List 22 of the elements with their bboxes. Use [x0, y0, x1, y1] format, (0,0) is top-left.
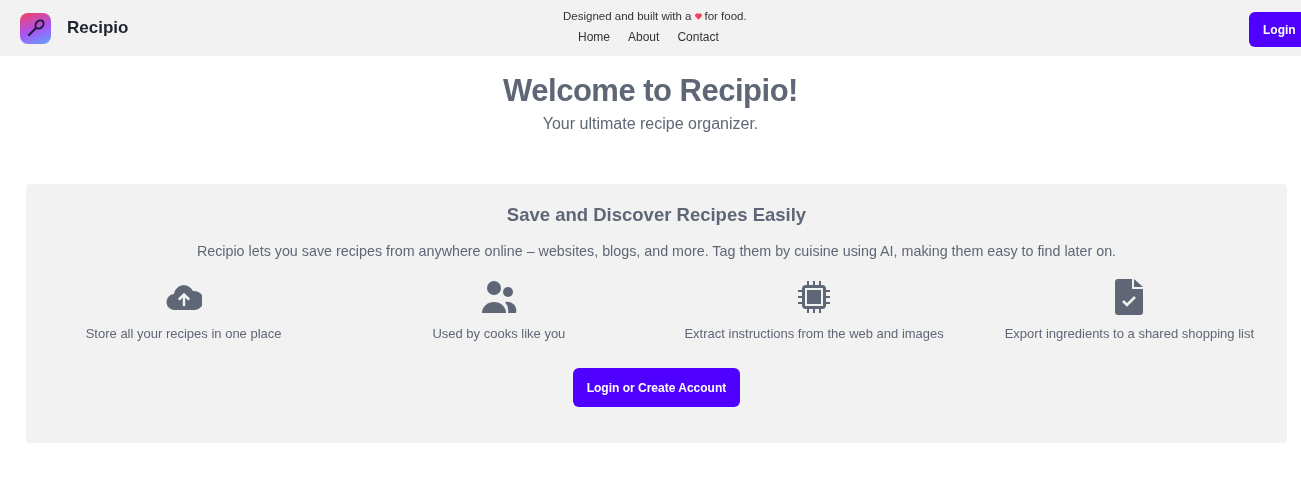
brand-name: Recipio: [67, 18, 129, 38]
heart-icon: [694, 12, 702, 20]
card-title: Save and Discover Recipes Easily: [506, 204, 807, 226]
feature-label: Export ingredients to a shared shopping list: [1004, 326, 1255, 341]
page-title: Welcome to Recipio!: [503, 73, 798, 109]
users-icon: [480, 280, 517, 314]
page-subtitle: Your ultimate recipe organizer.: [542, 115, 759, 133]
tagline-text: for food.: [704, 10, 747, 22]
logo-icon[interactable]: [20, 12, 51, 44]
nav-link[interactable]: Home: [578, 30, 610, 44]
feature-label: Extract instructions from the web and images: [684, 326, 944, 341]
nav-link[interactable]: About: [628, 30, 660, 44]
tagline-text: Designed and built with a: [563, 10, 692, 22]
login-create-account-button[interactable]: Login or Create Account: [572, 368, 741, 407]
nav-link[interactable]: Contact: [677, 30, 719, 44]
login-button[interactable]: Login: [1249, 12, 1301, 47]
cloud-upload-icon: [165, 282, 202, 312]
chip-icon: [797, 280, 832, 314]
feature-label: Store all your recipes in one place: [85, 326, 282, 341]
card-description: Recipio lets you save recipes from anywhere online – websites, blogs, and more. Tag them by cuisine using AI, making them easy to find later on.: [196, 243, 1117, 259]
document-check-icon: [1115, 279, 1144, 315]
feature-label: Used by cooks like you: [432, 326, 566, 341]
